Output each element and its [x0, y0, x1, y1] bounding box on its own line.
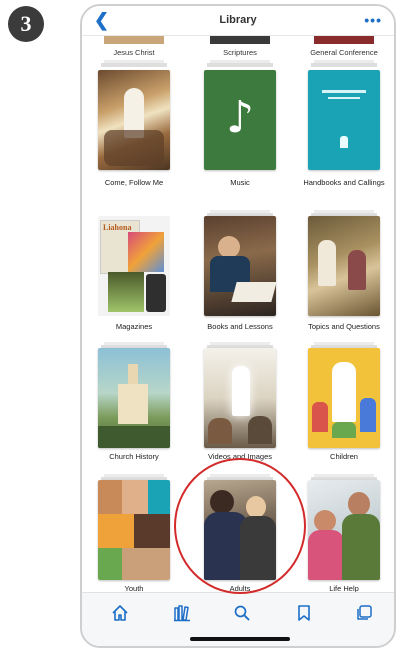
home-indicator[interactable] [190, 637, 290, 641]
tile-label-topics-and-questions[interactable]: Topics and Questions [296, 322, 392, 331]
youth-cover[interactable] [98, 480, 170, 580]
magazines-cover[interactable]: Liahona [98, 216, 170, 316]
tile-label-handbooks-and-callings[interactable]: Handbooks and Callings [296, 178, 392, 187]
screens-icon[interactable] [354, 603, 374, 623]
more-dots-icon[interactable]: ••• [364, 12, 382, 28]
general-conference-cover-bottom[interactable] [314, 36, 374, 44]
library-icon[interactable] [172, 603, 192, 623]
phone-screen: ❮ Library ••• Jesus Christ Scriptures Ge… [80, 4, 396, 648]
jesus-christ-cover-bottom[interactable] [104, 36, 164, 44]
videos-and-images-cover[interactable] [204, 348, 276, 448]
bookmark-icon[interactable] [294, 603, 314, 623]
tile-label-children[interactable]: Children [296, 452, 392, 461]
music-cover[interactable]: ♪ [204, 70, 276, 170]
navigation-bar: ❮ Library ••• [82, 6, 394, 36]
search-icon[interactable] [232, 603, 252, 623]
top-row-partial: Jesus Christ Scriptures General Conferen… [82, 36, 394, 58]
topics-and-questions-cover[interactable] [308, 216, 380, 316]
tile-label-come-follow-me[interactable]: Come, Follow Me [86, 178, 182, 187]
step-number-badge: 3 [8, 6, 44, 42]
tile-label-general-conference[interactable]: General Conference [296, 48, 392, 57]
tile-label-scriptures[interactable]: Scriptures [192, 48, 288, 57]
home-icon[interactable] [110, 603, 130, 623]
handbooks-cover[interactable] [308, 70, 380, 170]
church-history-cover[interactable] [98, 348, 170, 448]
tile-label-music[interactable]: Music [192, 178, 288, 187]
tile-label-videos-and-images[interactable]: Videos and Images [192, 452, 288, 461]
page-title: Library [219, 14, 257, 26]
come-follow-me-cover[interactable] [98, 70, 170, 170]
tile-label-jesus-christ[interactable]: Jesus Christ [86, 48, 182, 57]
tile-label-books-and-lessons[interactable]: Books and Lessons [192, 322, 288, 331]
scriptures-cover-bottom[interactable] [210, 36, 270, 44]
tab-bar [82, 592, 394, 646]
tile-label-church-history[interactable]: Church History [86, 452, 182, 461]
life-help-cover[interactable] [308, 480, 380, 580]
children-cover[interactable] [308, 348, 380, 448]
adults-cover[interactable] [204, 480, 276, 580]
books-and-lessons-cover[interactable] [204, 216, 276, 316]
angel-moroni-icon [340, 136, 348, 148]
music-note-icon: ♪ [225, 92, 255, 143]
tile-label-magazines[interactable]: Magazines [86, 322, 182, 331]
